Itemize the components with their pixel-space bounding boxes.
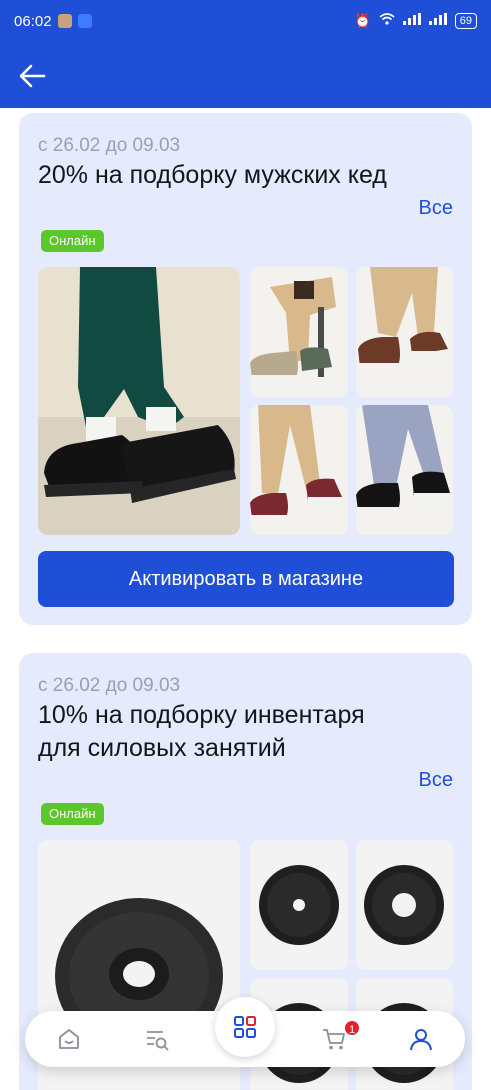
status-time: 06:02 (14, 12, 52, 30)
product-image[interactable] (356, 267, 453, 397)
bottom-tab-bar: 1 (25, 997, 465, 1067)
tab-profile[interactable] (407, 1025, 435, 1053)
search-list-icon (147, 1031, 169, 1051)
notification-app-icon (57, 14, 72, 28)
user-icon (410, 1029, 432, 1051)
grid-icon (234, 1016, 256, 1038)
product-image[interactable] (356, 840, 453, 970)
signal-icon (428, 13, 447, 29)
back-button[interactable] (14, 58, 50, 94)
online-badge: Онлайн (41, 230, 104, 252)
alarm-icon: ⏰ (354, 13, 371, 29)
tab-catalog[interactable] (215, 997, 275, 1057)
app-bar (0, 42, 491, 108)
status-bar: 06:02 ⏰ 69 (0, 0, 491, 42)
product-image[interactable] (250, 840, 348, 970)
product-image[interactable] (250, 267, 348, 397)
tab-home[interactable] (55, 1025, 83, 1053)
promo-list[interactable]: с 26.02 до 09.03 20% на подборку мужских… (0, 108, 491, 1090)
promo-card[interactable]: с 26.02 до 09.03 20% на подборку мужских… (19, 113, 472, 625)
home-icon (59, 1029, 79, 1049)
cart-count-badge: 1 (343, 1019, 361, 1037)
battery-indicator: 69 (454, 13, 477, 29)
product-image[interactable] (356, 405, 453, 535)
arrow-left-icon (19, 64, 46, 88)
promo-date: с 26.02 до 09.03 (38, 675, 181, 696)
wifi-icon (379, 13, 395, 29)
activate-in-store-button[interactable]: Активировать в магазине (38, 551, 454, 607)
see-all-link[interactable]: Все (419, 769, 453, 792)
promo-title: 20% на подборку мужских кед (38, 161, 387, 189)
signal-icon (402, 13, 421, 29)
product-image[interactable] (38, 267, 240, 535)
product-image[interactable] (250, 405, 348, 535)
promo-date: с 26.02 до 09.03 (38, 135, 181, 156)
tab-catalog-search[interactable] (143, 1025, 171, 1053)
promo-title: 10% на подборку инвентаря для силовых за… (38, 701, 365, 762)
online-badge: Онлайн (41, 803, 104, 825)
see-all-link[interactable]: Все (419, 197, 453, 220)
notification-app-icon (77, 14, 92, 28)
